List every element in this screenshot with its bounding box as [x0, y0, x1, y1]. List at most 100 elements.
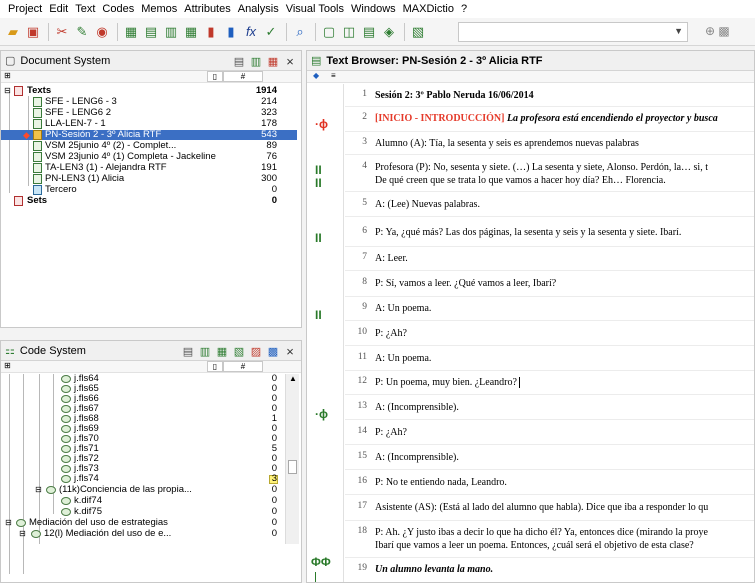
- activate-icon[interactable]: ▩: [266, 344, 280, 358]
- document-item[interactable]: SFE - LENG6 2 323: [1, 108, 297, 118]
- code-marker-icon[interactable]: ΙΙ: [315, 309, 322, 321]
- filter-icon[interactable]: ▦: [266, 54, 280, 68]
- chevron-down-icon[interactable]: ▼: [674, 26, 683, 36]
- color-icon[interactable]: ✎: [73, 23, 91, 41]
- menu-maxdictio[interactable]: MAXDictio: [403, 3, 454, 15]
- scroll-up-icon[interactable]: ▲: [289, 374, 297, 383]
- export-icon[interactable]: ▥: [249, 54, 263, 68]
- document-item[interactable]: SFE - LENG6 - 3 214: [1, 97, 297, 107]
- formula-icon[interactable]: fx: [242, 23, 260, 41]
- code-set-icon[interactable]: ▧: [232, 344, 246, 358]
- menu-codes[interactable]: Codes: [102, 3, 134, 15]
- code-item[interactable]: j.fls68 1: [1, 414, 297, 424]
- import-icon[interactable]: ▤: [142, 23, 160, 41]
- line-text: A: Un poema.: [375, 303, 432, 314]
- menu-windows[interactable]: Windows: [351, 3, 396, 15]
- scroll-thumb[interactable]: [288, 460, 297, 474]
- code-marker-icon[interactable]: ΦΦ: [311, 556, 331, 568]
- column-count[interactable]: #: [223, 71, 263, 82]
- document-item[interactable]: TA-LEN3 (1) - Alejandra RTF 191: [1, 163, 297, 173]
- doc-icon[interactable]: ▤: [360, 23, 378, 41]
- document-item[interactable]: PN-LEN3 (1) Alicia 300: [1, 174, 297, 184]
- dictio-icon[interactable]: ▧: [409, 23, 427, 41]
- code-item[interactable]: j.fls66 0: [1, 394, 297, 404]
- line-number: 8: [362, 277, 367, 287]
- document-item[interactable]: VSM 23junio 4º (1) Completa - Jackeline …: [1, 152, 297, 162]
- code-marker-icon[interactable]: ΙΙ: [315, 232, 322, 244]
- toolbar-divider: [117, 22, 118, 41]
- code-item[interactable]: j.fls73 0: [1, 464, 297, 474]
- column-marker[interactable]: ▯: [207, 361, 223, 372]
- image-document-icon: [33, 185, 42, 195]
- menu-analysis[interactable]: Analysis: [238, 3, 279, 15]
- code-item[interactable]: k.dif75 0: [1, 507, 297, 517]
- line-text: Un alumno levanta la mano.: [375, 564, 494, 575]
- menu-memos[interactable]: Memos: [141, 3, 177, 15]
- document-item[interactable]: VSM 25junio 4º (2) - Complet... 89: [1, 141, 297, 151]
- code-item[interactable]: ⊟ 12(l) Mediación del uso de e... 0: [1, 529, 297, 539]
- cut-icon[interactable]: ✂: [53, 23, 71, 41]
- code-marker-icon[interactable]: ΙΙ: [315, 177, 322, 189]
- window-icon[interactable]: ▢: [320, 23, 338, 41]
- column-marker[interactable]: ▯: [207, 71, 223, 82]
- document-item-selected[interactable]: ◆ PN-Sesión 2 - 3º Alicia RTF 543: [1, 130, 297, 140]
- print-icon[interactable]: ▤: [232, 54, 246, 68]
- collapse-icon[interactable]: ⊟: [5, 518, 12, 528]
- code-label: 12(l) Mediación del uso de e...: [44, 528, 172, 539]
- code-icon[interactable]: ◈: [380, 23, 398, 41]
- open-folder-icon[interactable]: ▰: [4, 23, 22, 41]
- save-icon[interactable]: ▣: [24, 23, 42, 41]
- edit-icon[interactable]: ✓: [262, 23, 280, 41]
- menu-edit[interactable]: Edit: [49, 3, 68, 15]
- menu-attributes[interactable]: Attributes: [184, 3, 230, 15]
- code-item[interactable]: k.dif74 0: [1, 496, 297, 506]
- filter-icon[interactable]: ▦: [215, 344, 229, 358]
- color-code-icon[interactable]: ▨: [249, 344, 263, 358]
- code-item[interactable]: j.fls72 0: [1, 454, 297, 464]
- paragraph-column-icon[interactable]: ≡: [331, 71, 336, 80]
- table-icon[interactable]: ▥: [162, 23, 180, 41]
- collapse-icon[interactable]: ⊟: [35, 485, 42, 495]
- menu-visual-tools[interactable]: Visual Tools: [286, 3, 344, 15]
- document-item[interactable]: LLA-LEN-7 - 1 178: [1, 119, 297, 129]
- code-count: 0: [271, 528, 277, 539]
- code-item[interactable]: j.fls71 5: [1, 444, 297, 454]
- code-tree-scrollbar[interactable]: ▲: [285, 374, 299, 544]
- expand-icon[interactable]: ⊟: [4, 86, 11, 96]
- variable-icon[interactable]: ▦: [122, 23, 140, 41]
- code-item[interactable]: ⊟ Mediación del uso de estrategias 0: [1, 518, 297, 528]
- code-item[interactable]: j.fls69 0: [1, 424, 297, 434]
- document-item[interactable]: Tercero 0: [1, 185, 297, 195]
- pin-icon[interactable]: ⊕ ▩: [705, 24, 730, 38]
- code-item[interactable]: j.fls74 3: [1, 474, 297, 484]
- column-count[interactable]: #: [223, 361, 263, 372]
- bar-icon[interactable]: ▮: [222, 23, 240, 41]
- line-number: 16: [357, 476, 368, 486]
- tree-root-texts[interactable]: ⊟ Texts 1914: [1, 86, 297, 96]
- code-marker-icon[interactable]: ΙΙ: [315, 164, 322, 176]
- collapse-icon[interactable]: ⊟: [19, 529, 26, 539]
- find-icon[interactable]: ⌕: [291, 23, 309, 41]
- print-icon[interactable]: ▤: [181, 344, 195, 358]
- toolbar-combobox[interactable]: ▼: [458, 22, 688, 42]
- code-item[interactable]: j.fls65 0: [1, 384, 297, 394]
- code-column-icon[interactable]: ◆: [313, 71, 319, 80]
- code-marker-icon[interactable]: ·ϕ: [315, 408, 328, 420]
- chart-icon[interactable]: ▦: [182, 23, 200, 41]
- code-item[interactable]: j.fls70 0: [1, 434, 297, 444]
- split-icon[interactable]: ◫: [340, 23, 358, 41]
- text-cursor: [518, 377, 520, 389]
- menu-project[interactable]: Project: [8, 3, 42, 15]
- export-icon[interactable]: ▥: [198, 344, 212, 358]
- code-marker-icon[interactable]: ·ϕ: [315, 118, 328, 130]
- close-icon[interactable]: ×: [283, 54, 297, 69]
- graph-icon[interactable]: ◉: [93, 23, 111, 41]
- tree-root-sets[interactable]: Sets 0: [1, 196, 297, 206]
- menu-help[interactable]: ?: [461, 3, 467, 15]
- bar-icon[interactable]: ▮: [202, 23, 220, 41]
- code-item[interactable]: ⊟ (11k)Conciencia de las propia... 0: [1, 485, 297, 495]
- close-icon[interactable]: ×: [283, 344, 297, 359]
- code-item[interactable]: j.fls67 0: [1, 404, 297, 414]
- code-item[interactable]: j.fls64 0: [1, 374, 297, 384]
- menu-text[interactable]: Text: [75, 3, 95, 15]
